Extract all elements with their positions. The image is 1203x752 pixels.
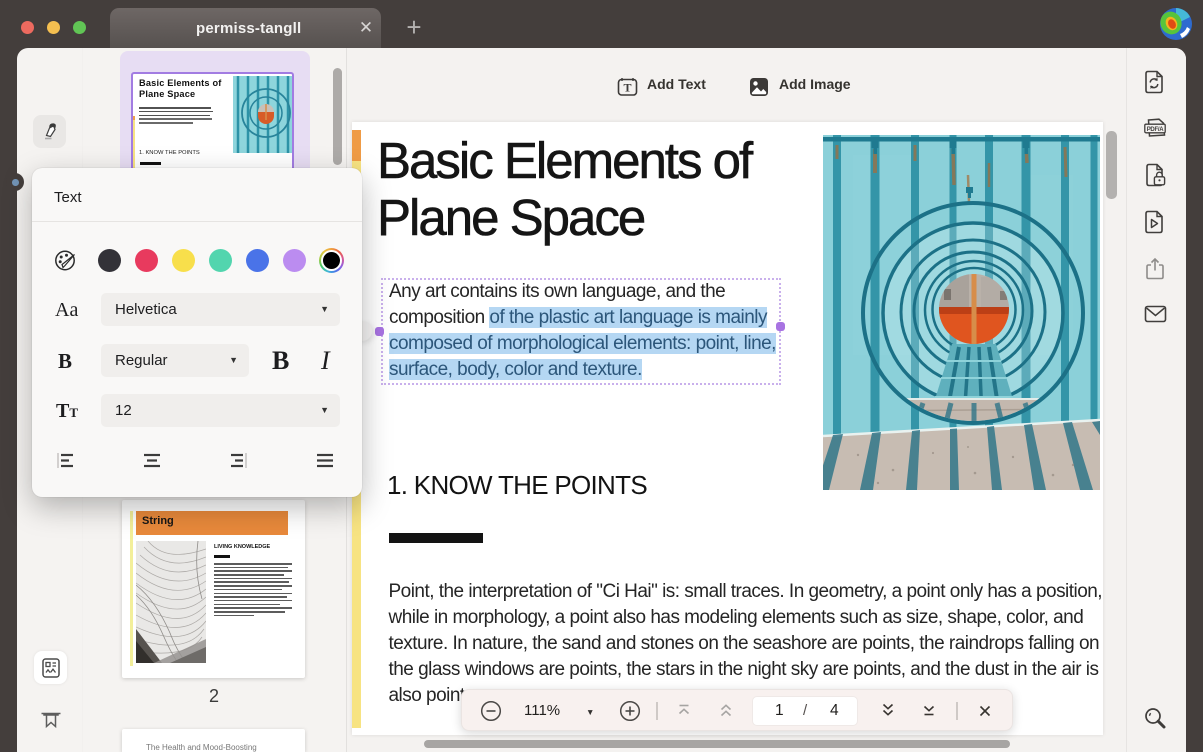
svg-text:T: T: [623, 81, 631, 95]
svg-text:PDF/A: PDF/A: [1147, 127, 1164, 133]
